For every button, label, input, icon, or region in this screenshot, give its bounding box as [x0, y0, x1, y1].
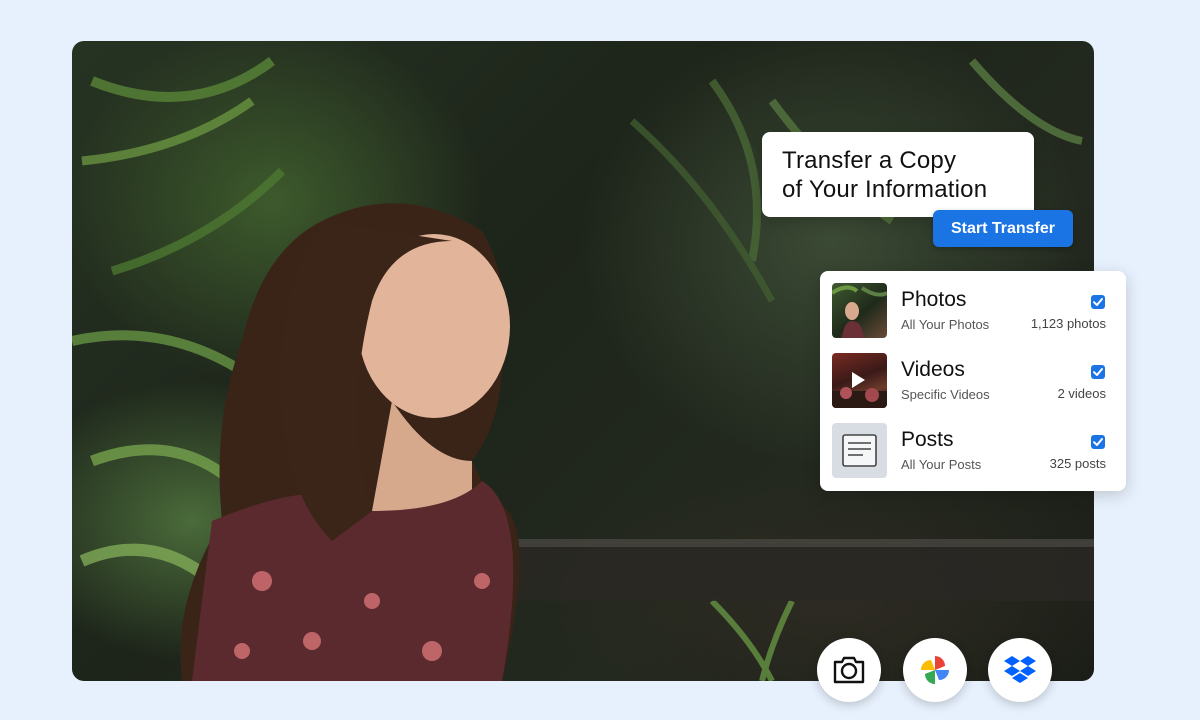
transfer-title-line-1: Transfer a Copy	[782, 147, 957, 174]
videos-checkbox[interactable]	[1091, 365, 1105, 379]
transfer-items-card: Photos All Your Photos 1,123 photos Vide…	[820, 271, 1126, 491]
pinwheel-icon	[921, 656, 949, 684]
list-item-photos[interactable]: Photos All Your Photos 1,123 photos	[820, 281, 1126, 351]
transfer-title-card: Transfer a Copy of Your Information	[762, 132, 1034, 217]
item-count: 2 videos	[1057, 386, 1106, 401]
item-name: Videos	[901, 358, 965, 381]
item-subtitle: All Your Posts	[901, 457, 982, 472]
video-thumbnail	[832, 353, 887, 408]
document-icon	[832, 423, 887, 478]
checkmark-icon	[1093, 368, 1103, 376]
item-count: 1,123 photos	[1030, 316, 1106, 331]
play-icon	[852, 372, 865, 388]
item-subtitle: All Your Photos	[901, 317, 990, 332]
item-name: Photos	[901, 288, 967, 311]
posts-checkbox[interactable]	[1091, 435, 1105, 449]
dropbox-icon	[1004, 656, 1036, 683]
pinwheel-app-button[interactable]	[903, 638, 967, 702]
start-transfer-button[interactable]: Start Transfer	[933, 210, 1073, 247]
item-count: 325 posts	[1049, 456, 1106, 471]
transfer-title-line-2: of Your Information	[782, 176, 988, 203]
dropbox-app-button[interactable]	[988, 638, 1052, 702]
camera-app-button[interactable]	[817, 638, 881, 702]
checkmark-icon	[1093, 298, 1103, 306]
list-item-videos[interactable]: Videos Specific Videos 2 videos	[820, 351, 1126, 421]
checkmark-icon	[1093, 438, 1103, 446]
photos-checkbox[interactable]	[1091, 295, 1105, 309]
list-item-posts[interactable]: Posts All Your Posts 325 posts	[820, 421, 1126, 491]
photo-thumbnail	[832, 283, 887, 338]
camera-icon	[833, 656, 865, 684]
item-subtitle: Specific Videos	[901, 387, 990, 402]
item-name: Posts	[901, 428, 954, 451]
